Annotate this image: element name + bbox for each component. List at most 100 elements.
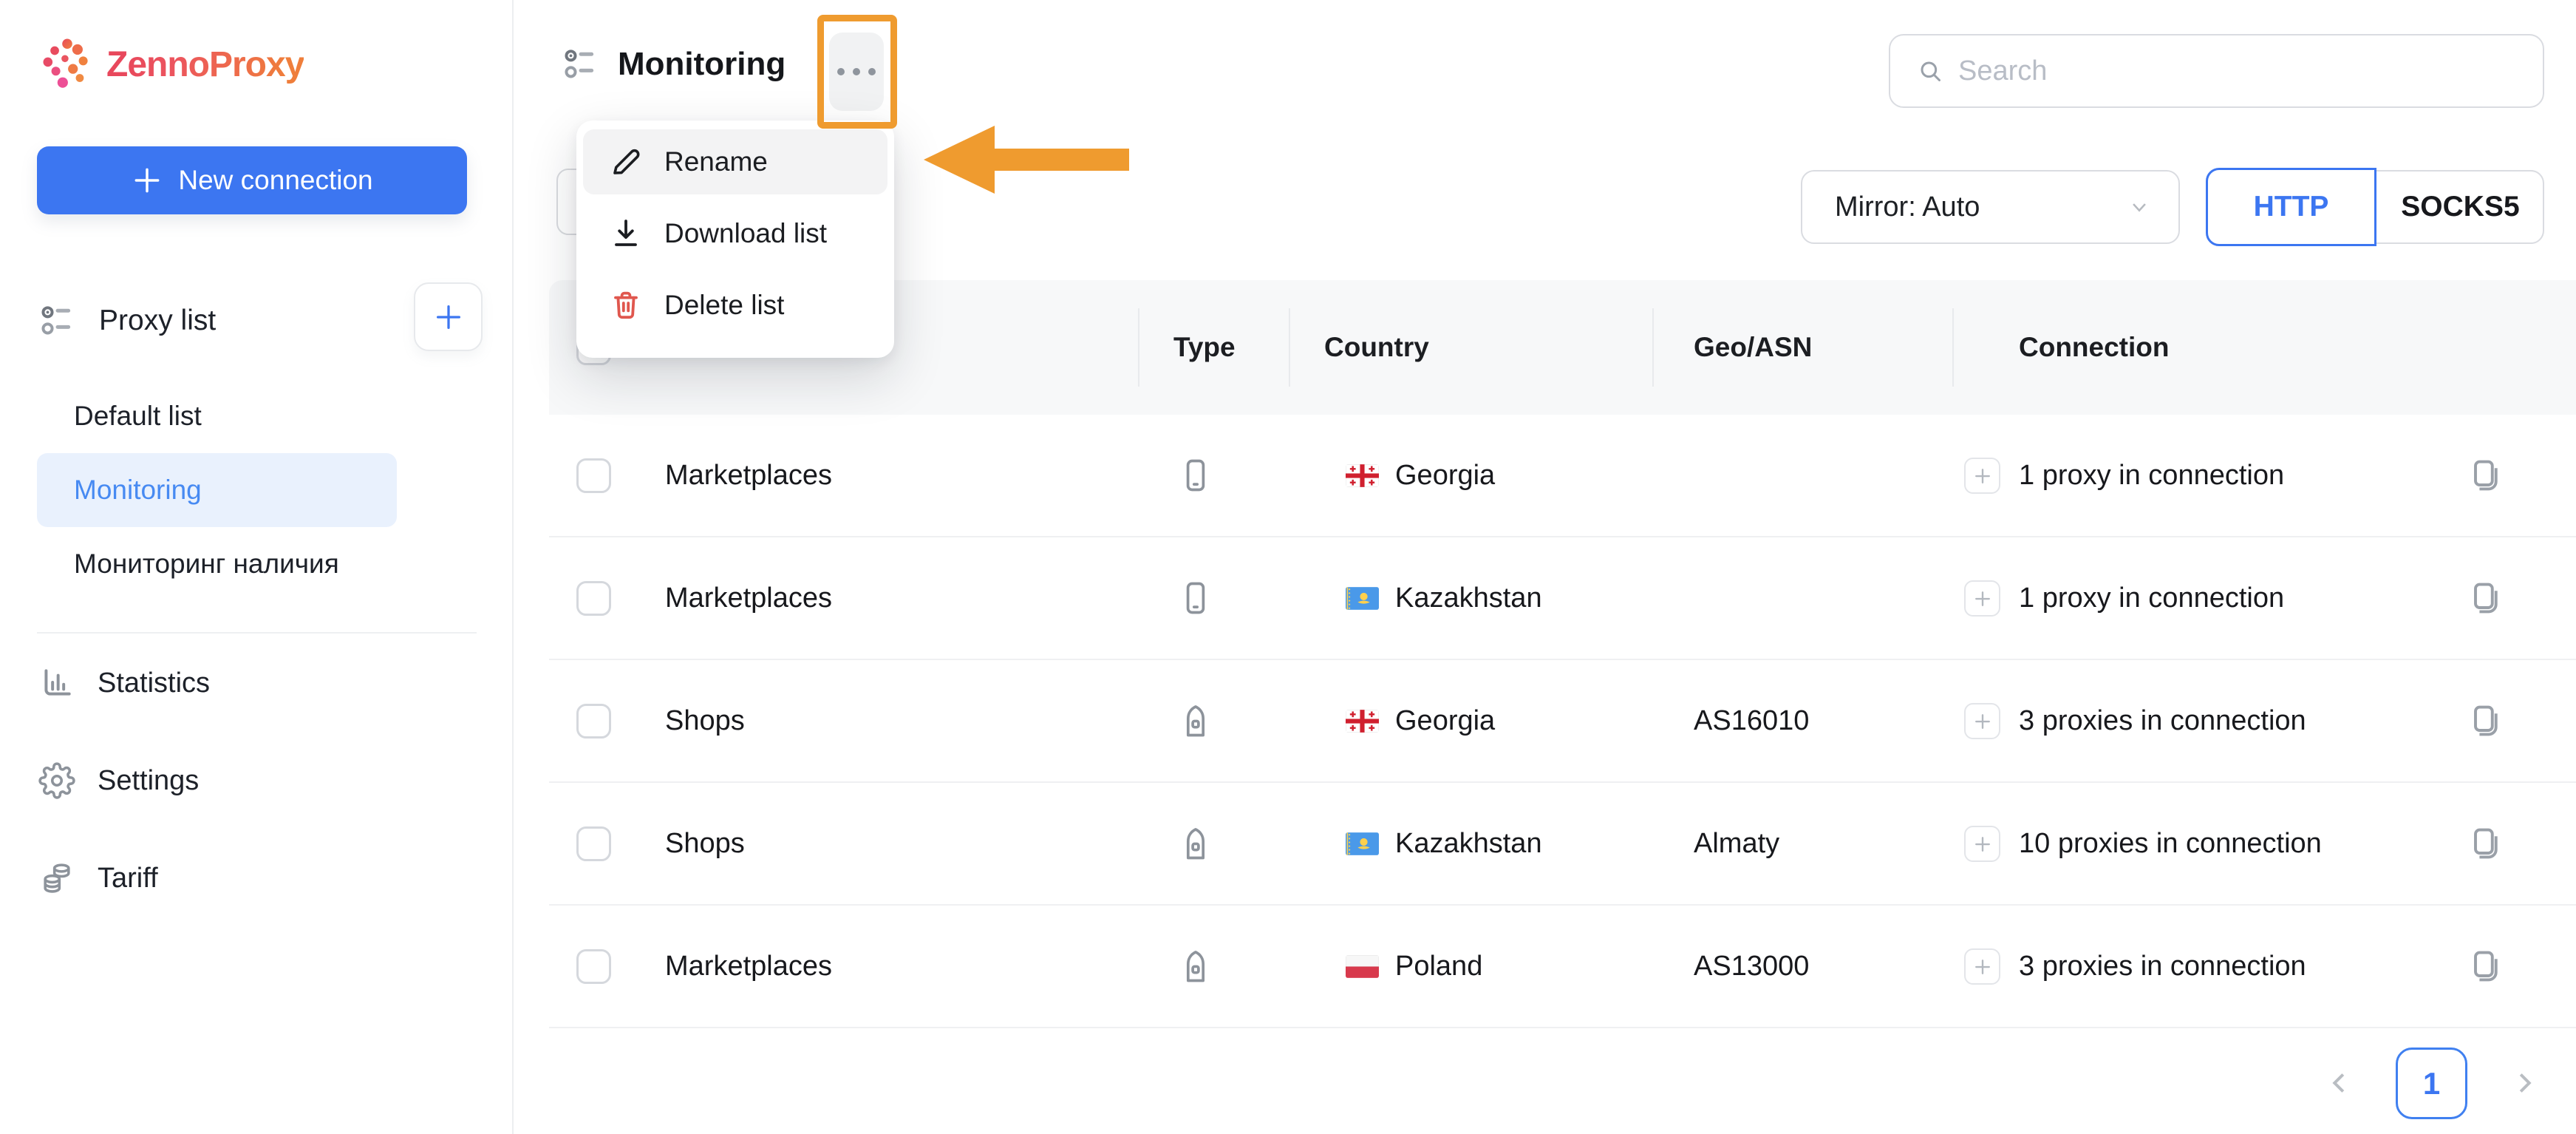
column-header-geo-asn[interactable]: Geo/ASN: [1694, 280, 1812, 415]
protocol-socks5-button[interactable]: SOCKS5: [2376, 170, 2544, 244]
search-box: [1889, 34, 2544, 108]
country-flag-icon: [1346, 832, 1379, 855]
nav-item-label: Statistics: [98, 668, 210, 699]
mirror-select[interactable]: Mirror: Auto: [1801, 170, 2180, 244]
country-flag-icon: [1346, 464, 1379, 487]
row-name: Shops: [665, 660, 745, 781]
brand-dots-icon: [40, 37, 95, 92]
column-header-country[interactable]: Country: [1324, 280, 1429, 415]
sidebar-item-statistics[interactable]: Statistics: [38, 653, 452, 713]
row-geo-asn: AS13000: [1694, 906, 1809, 1027]
row-name: Marketplaces: [665, 537, 832, 659]
gear-icon: [38, 762, 75, 799]
add-proxy-list-button[interactable]: [414, 282, 483, 351]
table-row: Shops Georgia AS1: [549, 660, 2576, 783]
row-checkbox-cell: [576, 660, 611, 781]
row-connection: 3 proxies in connection: [2019, 906, 2306, 1027]
add-to-connection-button[interactable]: [1964, 580, 2000, 617]
add-to-connection-button[interactable]: [1964, 703, 2000, 739]
annotation-arrow: [993, 149, 1129, 171]
new-connection-button[interactable]: New connection: [37, 146, 467, 214]
sidebar-item-monitoring-nalichiya[interactable]: Мониторинг наличия: [37, 527, 397, 601]
proxy-type-icon: [1176, 537, 1215, 659]
residential-icon: [1176, 947, 1215, 985]
list-actions-menu-button[interactable]: [829, 33, 884, 111]
row-checkbox[interactable]: [576, 949, 611, 984]
pagination-page-1-button[interactable]: 1: [2396, 1048, 2467, 1119]
row-country: Kazakhstan: [1395, 828, 1542, 860]
search-input[interactable]: [1958, 55, 2476, 87]
proxy-type-icon: [1176, 783, 1215, 904]
plus-icon: [131, 164, 163, 197]
column-header-type[interactable]: Type: [1173, 280, 1236, 415]
table-row: Marketplaces Georgia: [549, 415, 2576, 537]
trash-icon: [608, 288, 644, 323]
coins-icon: [38, 860, 75, 897]
bar-chart-icon: [38, 665, 75, 702]
sidebar-item-tariff[interactable]: Tariff: [38, 849, 452, 908]
column-header-connection[interactable]: Connection: [2019, 280, 2169, 415]
country-flag-icon: [1346, 955, 1379, 978]
column-divider: [1289, 308, 1290, 387]
pagination-prev-button[interactable]: [2317, 1059, 2362, 1107]
table-body: Marketplaces Georgia: [549, 415, 2576, 1028]
chevron-down-icon: [2125, 193, 2153, 221]
copy-connection-button[interactable]: [2466, 660, 2504, 781]
row-geo-asn: Almaty: [1694, 783, 1779, 904]
sidebar-item-settings[interactable]: Settings: [38, 751, 452, 810]
country-flag-icon: [1346, 710, 1379, 733]
copy-connection-button[interactable]: [2466, 783, 2504, 904]
menu-item-label: Download list: [664, 218, 827, 249]
add-to-connection-button[interactable]: [1964, 948, 2000, 985]
proxy-type-icon: [1176, 906, 1215, 1027]
ellipsis-icon: [837, 68, 845, 75]
proxy-type-icon: [1176, 660, 1215, 781]
sidebar-divider: [37, 632, 477, 634]
zennoproxy-app: ZennoProxy New connection Proxy list: [0, 0, 2576, 1134]
sidebar: ZennoProxy New connection Proxy list: [0, 0, 514, 1134]
page-title: Monitoring: [618, 46, 786, 83]
copy-connection-button[interactable]: [2466, 537, 2504, 659]
column-divider: [1138, 308, 1139, 387]
row-geo-asn: AS16010: [1694, 660, 1809, 781]
row-country: Georgia: [1395, 705, 1495, 737]
sidebar-item-default-list[interactable]: Default list: [37, 379, 397, 453]
row-country: Kazakhstan: [1395, 583, 1542, 614]
row-connection: 1 proxy in connection: [2019, 415, 2284, 536]
search-icon: [1915, 56, 1945, 86]
list-item-label: Monitoring: [74, 475, 202, 506]
proxy-list-icon: [38, 302, 75, 339]
residential-icon: [1176, 824, 1215, 863]
menu-item-rename[interactable]: Rename: [583, 129, 887, 194]
add-to-connection-button[interactable]: [1964, 458, 2000, 494]
protocol-label: SOCKS5: [2401, 191, 2519, 223]
row-checkbox-cell: [576, 537, 611, 659]
row-country: Georgia: [1395, 460, 1495, 492]
copy-connection-button[interactable]: [2466, 415, 2504, 536]
smartphone-icon: [1176, 579, 1215, 617]
row-checkbox[interactable]: [576, 704, 611, 739]
table-row: Shops Kazakhstan: [549, 783, 2576, 906]
pagination-next-button[interactable]: [2502, 1059, 2546, 1107]
brand-name: ZennoProxy: [106, 44, 304, 85]
row-country-cell: Georgia: [1346, 415, 1495, 536]
add-to-connection-button[interactable]: [1964, 826, 2000, 862]
table-row: Marketplaces Kazakhstan: [549, 537, 2576, 660]
protocol-http-button[interactable]: HTTP: [2206, 168, 2376, 246]
nav-item-label: Settings: [98, 765, 199, 797]
sidebar-item-monitoring[interactable]: Monitoring: [37, 453, 397, 527]
new-connection-label: New connection: [178, 165, 372, 196]
download-icon: [608, 216, 644, 251]
row-checkbox[interactable]: [576, 581, 611, 616]
menu-item-delete-list[interactable]: Delete list: [583, 273, 887, 338]
row-name: Shops: [665, 783, 745, 904]
row-name: Marketplaces: [665, 906, 832, 1027]
row-country-cell: Poland: [1346, 906, 1482, 1027]
menu-item-download-list[interactable]: Download list: [583, 201, 887, 266]
proxy-list-label: Proxy list: [99, 305, 216, 337]
row-checkbox-cell: [576, 415, 611, 536]
list-item-label: Мониторинг наличия: [74, 549, 339, 580]
row-checkbox[interactable]: [576, 458, 611, 493]
row-checkbox[interactable]: [576, 826, 611, 861]
copy-connection-button[interactable]: [2466, 906, 2504, 1027]
